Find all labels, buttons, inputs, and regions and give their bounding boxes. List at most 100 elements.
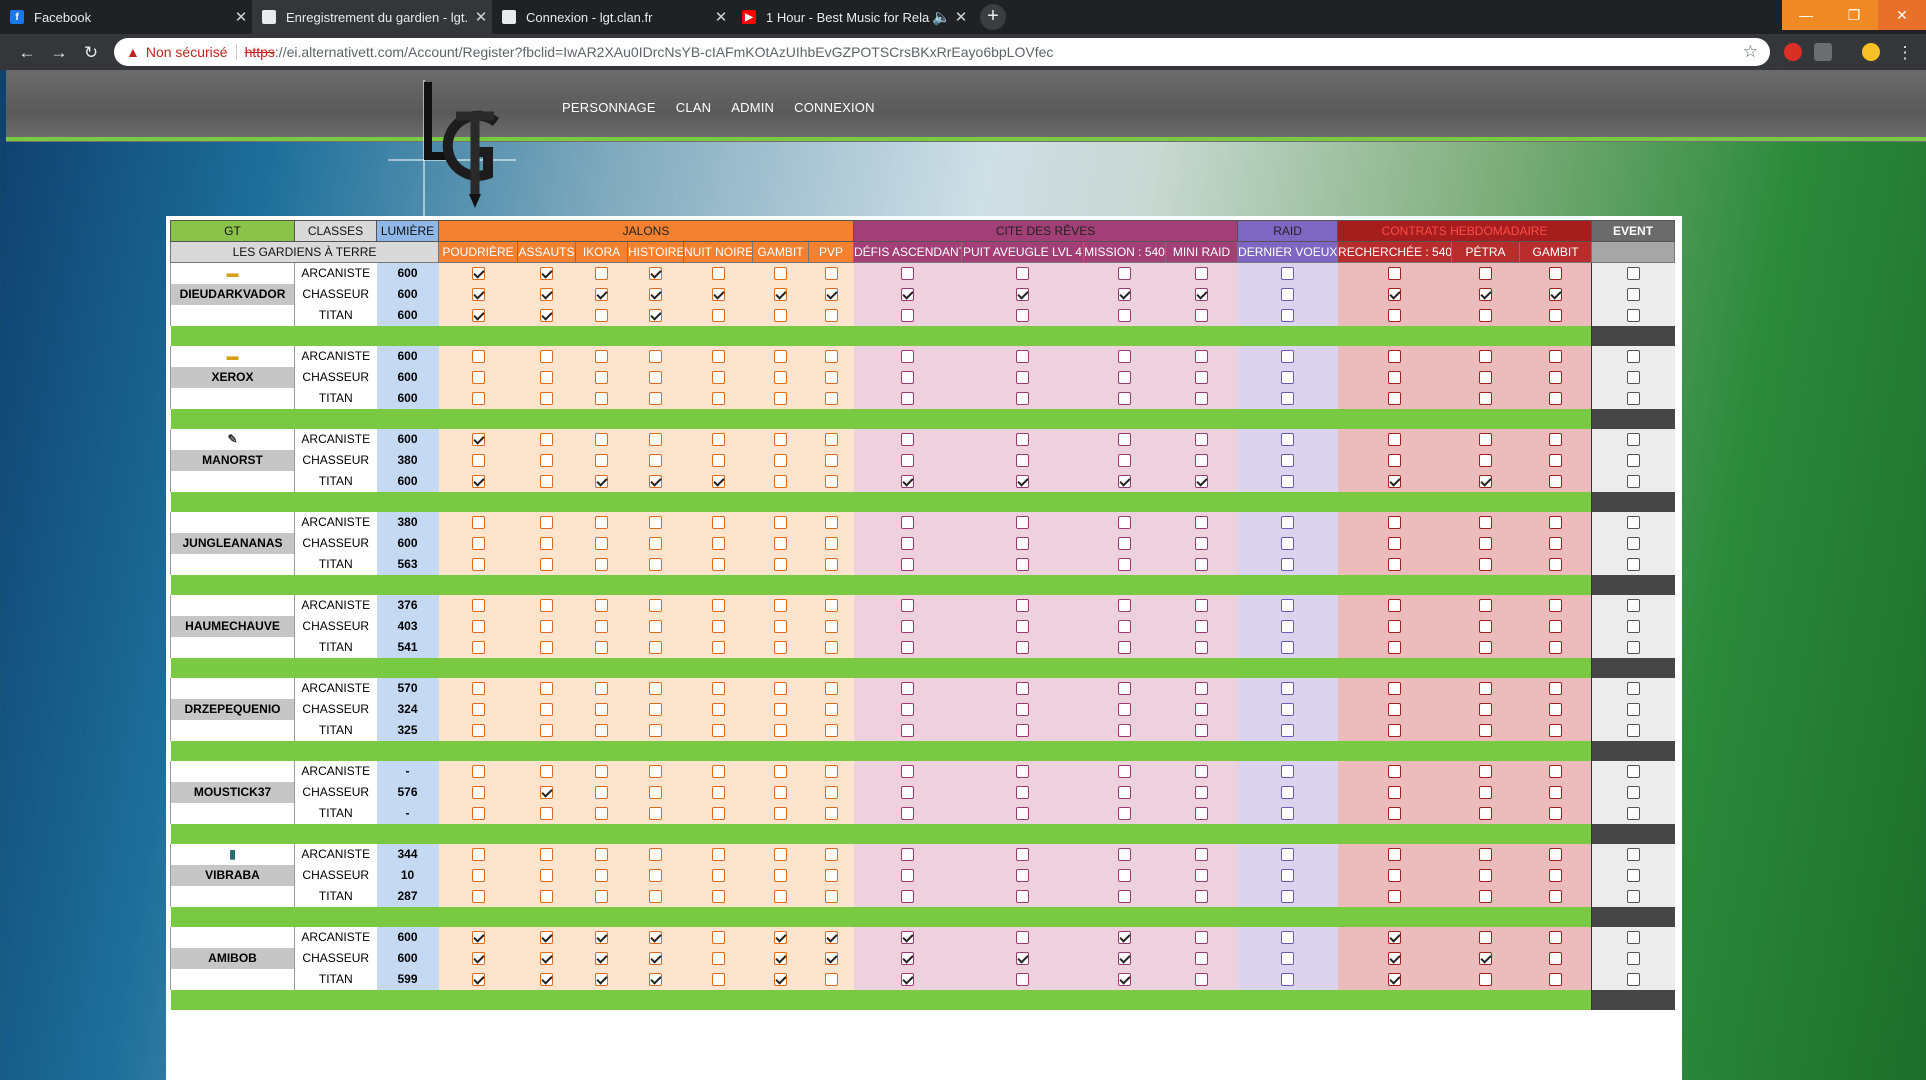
- checkbox[interactable]: [1548, 267, 1562, 281]
- checkbox[interactable]: [1548, 848, 1562, 862]
- checkbox[interactable]: [1626, 537, 1640, 551]
- checkbox[interactable]: [1626, 620, 1640, 634]
- checkbox[interactable]: [901, 433, 914, 447]
- checkbox[interactable]: [1479, 599, 1493, 613]
- checkbox-checked[interactable]: [540, 973, 553, 987]
- checkbox-checked[interactable]: [595, 952, 608, 966]
- checkbox[interactable]: [1281, 724, 1295, 738]
- checkbox[interactable]: [1195, 558, 1209, 572]
- checkbox[interactable]: [1479, 516, 1493, 530]
- checkbox[interactable]: [1195, 309, 1209, 323]
- checkbox-checked[interactable]: [649, 267, 662, 281]
- checkbox[interactable]: [1479, 392, 1493, 406]
- checkbox[interactable]: [901, 620, 914, 634]
- checkbox[interactable]: [1479, 433, 1493, 447]
- checkbox-checked[interactable]: [471, 931, 485, 945]
- checkbox-checked[interactable]: [540, 309, 553, 323]
- checkbox[interactable]: [471, 786, 485, 800]
- tab-facebook[interactable]: f Facebook ✕: [0, 0, 252, 34]
- checkbox[interactable]: [1479, 973, 1493, 987]
- checkbox[interactable]: [1626, 433, 1640, 447]
- close-window-icon[interactable]: ✕: [1878, 0, 1926, 30]
- checkbox-checked[interactable]: [471, 973, 485, 987]
- checkbox[interactable]: [1195, 869, 1209, 883]
- checkbox[interactable]: [471, 454, 485, 468]
- checkbox[interactable]: [901, 267, 914, 281]
- checkbox[interactable]: [649, 350, 662, 364]
- checkbox[interactable]: [711, 807, 725, 821]
- checkbox[interactable]: [1195, 371, 1209, 385]
- checkbox[interactable]: [1388, 537, 1402, 551]
- checkbox[interactable]: [824, 537, 838, 551]
- checkbox[interactable]: [595, 392, 608, 406]
- checkbox[interactable]: [471, 537, 485, 551]
- checkbox[interactable]: [1281, 931, 1295, 945]
- restore-icon[interactable]: ❐: [1830, 0, 1878, 30]
- checkbox[interactable]: [1016, 620, 1029, 634]
- checkbox[interactable]: [1626, 599, 1640, 613]
- checkbox[interactable]: [1548, 475, 1562, 489]
- checkbox[interactable]: [471, 682, 485, 696]
- checkbox-checked[interactable]: [1118, 952, 1131, 966]
- checkbox[interactable]: [1388, 516, 1402, 530]
- checkbox[interactable]: [1626, 869, 1640, 883]
- checkbox[interactable]: [774, 433, 787, 447]
- checkbox[interactable]: [1479, 703, 1493, 717]
- checkbox[interactable]: [711, 267, 725, 281]
- checkbox[interactable]: [471, 558, 485, 572]
- nav-admin[interactable]: ADMIN: [731, 100, 774, 115]
- checkbox[interactable]: [649, 682, 662, 696]
- checkbox[interactable]: [1195, 848, 1209, 862]
- checkbox[interactable]: [1118, 807, 1131, 821]
- checkbox[interactable]: [1388, 703, 1402, 717]
- checkbox[interactable]: [711, 848, 725, 862]
- checkbox[interactable]: [1479, 765, 1493, 779]
- checkbox[interactable]: [1195, 786, 1209, 800]
- checkbox[interactable]: [1548, 392, 1562, 406]
- checkbox[interactable]: [540, 433, 553, 447]
- checkbox[interactable]: [1281, 371, 1295, 385]
- checkbox[interactable]: [1548, 516, 1562, 530]
- checkbox[interactable]: [649, 786, 662, 800]
- checkbox-checked[interactable]: [1479, 288, 1493, 302]
- checkbox[interactable]: [540, 641, 553, 655]
- checkbox[interactable]: [711, 371, 725, 385]
- checkbox[interactable]: [774, 350, 787, 364]
- checkbox[interactable]: [711, 952, 725, 966]
- checkbox[interactable]: [1626, 350, 1640, 364]
- checkbox[interactable]: [1195, 537, 1209, 551]
- checkbox[interactable]: [649, 558, 662, 572]
- checkbox[interactable]: [595, 516, 608, 530]
- checkbox-checked[interactable]: [471, 267, 485, 281]
- checkbox[interactable]: [595, 724, 608, 738]
- checkbox[interactable]: [711, 620, 725, 634]
- checkbox[interactable]: [824, 703, 838, 717]
- checkbox[interactable]: [1281, 454, 1295, 468]
- checkbox[interactable]: [1281, 309, 1295, 323]
- checkbox[interactable]: [1479, 558, 1493, 572]
- checkbox[interactable]: [595, 869, 608, 883]
- checkbox[interactable]: [1118, 558, 1131, 572]
- checkbox-checked[interactable]: [595, 475, 608, 489]
- checkbox[interactable]: [1281, 475, 1295, 489]
- checkbox[interactable]: [471, 869, 485, 883]
- checkbox-checked[interactable]: [1479, 475, 1493, 489]
- checkbox[interactable]: [649, 765, 662, 779]
- checkbox-checked[interactable]: [649, 288, 662, 302]
- checkbox-checked[interactable]: [649, 475, 662, 489]
- checkbox-checked[interactable]: [901, 288, 914, 302]
- checkbox[interactable]: [1548, 454, 1562, 468]
- checkbox[interactable]: [540, 620, 553, 634]
- checkbox[interactable]: [540, 703, 553, 717]
- checkbox[interactable]: [1016, 516, 1029, 530]
- checkbox[interactable]: [1626, 516, 1640, 530]
- checkbox-checked[interactable]: [901, 952, 914, 966]
- checkbox[interactable]: [1626, 890, 1640, 904]
- checkbox[interactable]: [1118, 433, 1131, 447]
- checkbox-checked[interactable]: [1195, 288, 1209, 302]
- checkbox[interactable]: [711, 516, 725, 530]
- checkbox[interactable]: [1548, 599, 1562, 613]
- checkbox[interactable]: [711, 765, 725, 779]
- checkbox[interactable]: [1626, 309, 1640, 323]
- checkbox[interactable]: [1626, 807, 1640, 821]
